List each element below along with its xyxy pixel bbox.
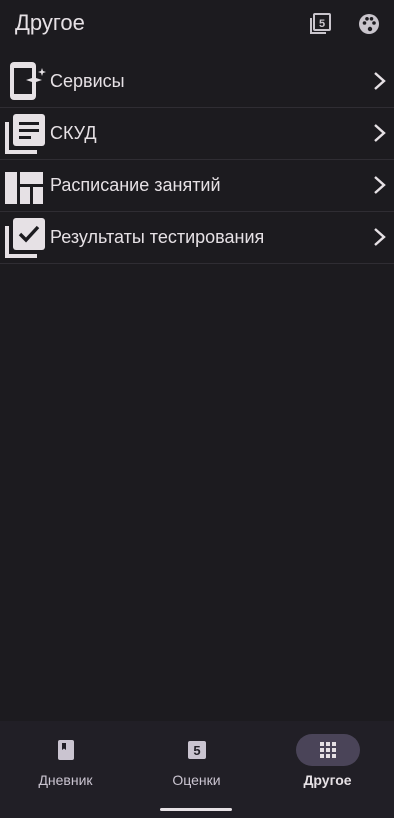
chevron-right-icon: [372, 122, 388, 144]
nav-item-label: Дневник: [38, 772, 93, 788]
apps-grid-icon: [317, 739, 339, 761]
menu-item-label: Результаты тестирования: [50, 227, 265, 247]
library-books-icon: [3, 111, 47, 155]
marks-five-icon[interactable]: 5: [308, 12, 332, 36]
menu-item-label: СКУД: [50, 123, 97, 143]
page-title: Другое: [15, 10, 85, 35]
nav-item-label: Другое: [303, 772, 352, 788]
menu-item-test-results[interactable]: Результаты тестирования: [0, 212, 394, 264]
screen: Другое 5 Сервисы СКУД Расписание занятий…: [0, 0, 394, 818]
chevron-right-icon: [372, 70, 388, 92]
menu-list: Сервисы СКУД Расписание занятий Результа…: [0, 56, 394, 264]
dashboard-grid-icon: [3, 163, 47, 207]
menu-item-services[interactable]: Сервисы: [0, 56, 394, 108]
grade-five-icon: 5: [186, 739, 208, 761]
nav-item-grades[interactable]: 5 Оценки: [131, 721, 262, 801]
chevron-right-icon: [372, 174, 388, 196]
gesture-handle[interactable]: [160, 808, 232, 811]
nav-item-diary[interactable]: Дневник: [0, 721, 131, 801]
menu-item-skud[interactable]: СКУД: [0, 108, 394, 160]
palette-icon[interactable]: [357, 12, 381, 36]
nav-item-label: Оценки: [172, 772, 221, 788]
mobile-sparkle-icon: [3, 59, 47, 103]
chevron-right-icon: [372, 226, 388, 248]
menu-item-label: Сервисы: [50, 71, 125, 91]
svg-text:5: 5: [319, 18, 325, 30]
top-app-bar: Другое 5: [0, 0, 394, 56]
library-check-icon: [3, 215, 47, 259]
menu-item-schedule[interactable]: Расписание занятий: [0, 160, 394, 212]
svg-text:5: 5: [193, 743, 200, 758]
menu-item-label: Расписание занятий: [50, 175, 221, 195]
bottom-navigation: Дневник 5 Оценки Другое: [0, 721, 394, 818]
book-icon: [55, 739, 77, 761]
nav-item-other[interactable]: Другое: [262, 721, 393, 801]
